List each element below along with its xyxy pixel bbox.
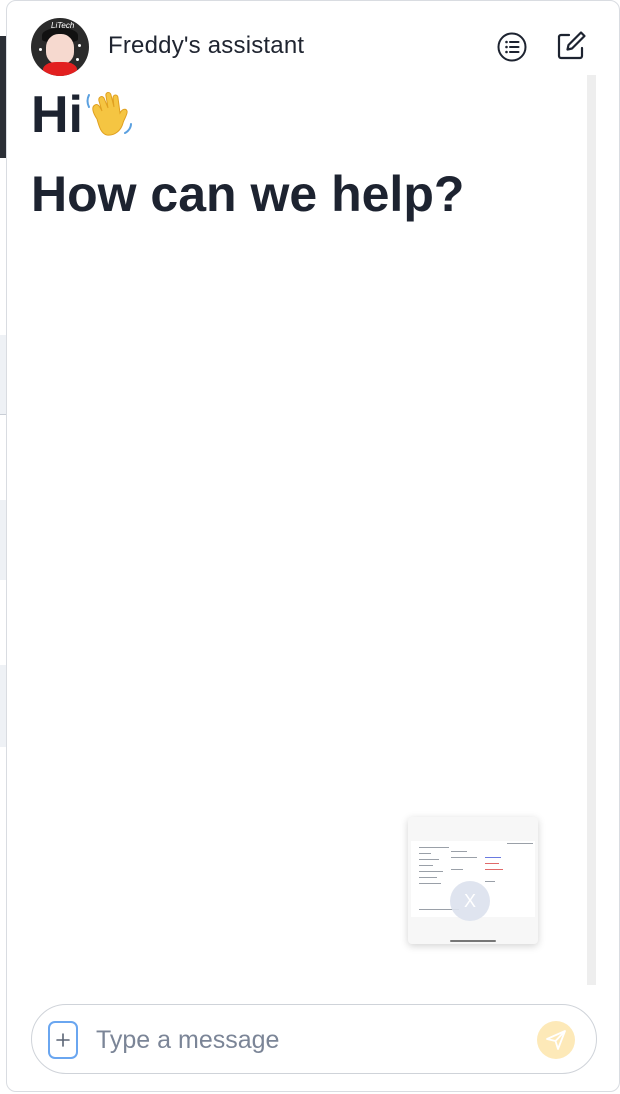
assistant-avatar: LiTech — [31, 18, 89, 76]
send-icon — [546, 1030, 566, 1050]
remove-attachment-button[interactable]: X — [450, 881, 490, 921]
chat-header: LiTech Freddy's assistant — [7, 1, 619, 81]
greeting-heading: Hi — [31, 89, 135, 141]
greeting-text: Hi — [31, 86, 83, 144]
chat-widget: LiTech Freddy's assistant Hi How can we … — [6, 0, 620, 1092]
send-button[interactable] — [537, 1021, 575, 1059]
scrollbar[interactable] — [587, 75, 596, 985]
attachment-preview[interactable]: X — [408, 817, 538, 944]
waving-hand-icon — [83, 89, 135, 139]
message-input[interactable] — [96, 1021, 526, 1059]
attach-button[interactable] — [48, 1021, 78, 1059]
plus-icon — [56, 1033, 70, 1047]
assistant-title: Freddy's assistant — [108, 32, 305, 59]
attachment-handle — [450, 940, 496, 942]
conversations-menu-button[interactable] — [495, 30, 529, 64]
message-composer — [31, 1004, 597, 1074]
new-conversation-button[interactable] — [554, 29, 588, 63]
help-heading: How can we help? — [31, 166, 465, 222]
list-icon — [497, 32, 527, 62]
compose-icon — [557, 31, 586, 60]
